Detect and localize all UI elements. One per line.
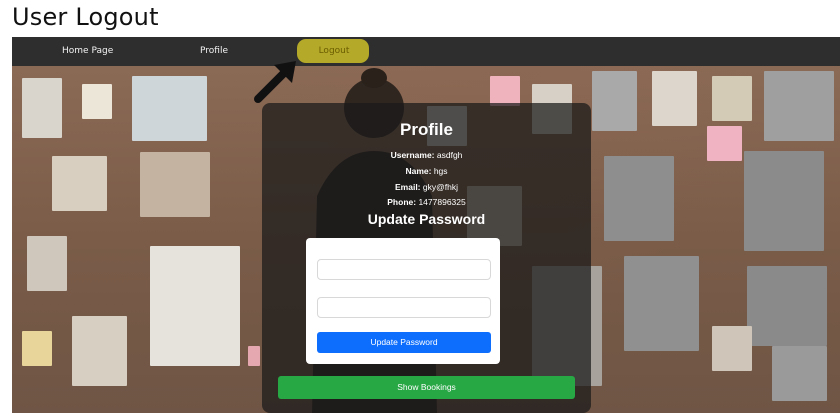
nav-home-link[interactable]: Home Page xyxy=(62,37,113,66)
profile-title: Profile xyxy=(400,120,453,139)
new-password-field[interactable] xyxy=(317,297,491,318)
name-value: hgs xyxy=(433,166,448,176)
username-value: asdfgh xyxy=(436,150,463,160)
phone-label: Phone: xyxy=(387,197,417,207)
app-screenshot: Home Page Profile Logout Profile Usernam… xyxy=(12,37,840,413)
document-title: User Logout xyxy=(12,3,159,31)
update-password-title: Update Password xyxy=(367,211,486,227)
email-value: gky@fhkj xyxy=(422,182,458,192)
name-row: Name: hgs xyxy=(262,166,591,176)
username-label: Username: xyxy=(390,150,435,160)
current-password-field[interactable] xyxy=(317,259,491,280)
show-bookings-button[interactable]: Show Bookings xyxy=(278,376,575,399)
email-row: Email: gky@fhkj xyxy=(262,182,591,192)
phone-value: 1477896325 xyxy=(418,197,466,207)
nav-profile-link[interactable]: Profile xyxy=(200,37,228,66)
email-label: Email: xyxy=(395,182,421,192)
username-row: Username: asdfgh xyxy=(262,150,591,160)
arrow-annotation-icon xyxy=(254,61,296,103)
phone-row: Phone: 1477896325 xyxy=(262,197,591,207)
nav-logout-label: Logout xyxy=(318,46,350,56)
name-label: Name: xyxy=(405,166,432,176)
update-password-form: Update Password xyxy=(306,238,500,364)
navbar: Home Page Profile Logout xyxy=(12,37,840,66)
nav-logout-link[interactable]: Logout xyxy=(299,37,369,66)
update-password-button[interactable]: Update Password xyxy=(317,332,491,353)
